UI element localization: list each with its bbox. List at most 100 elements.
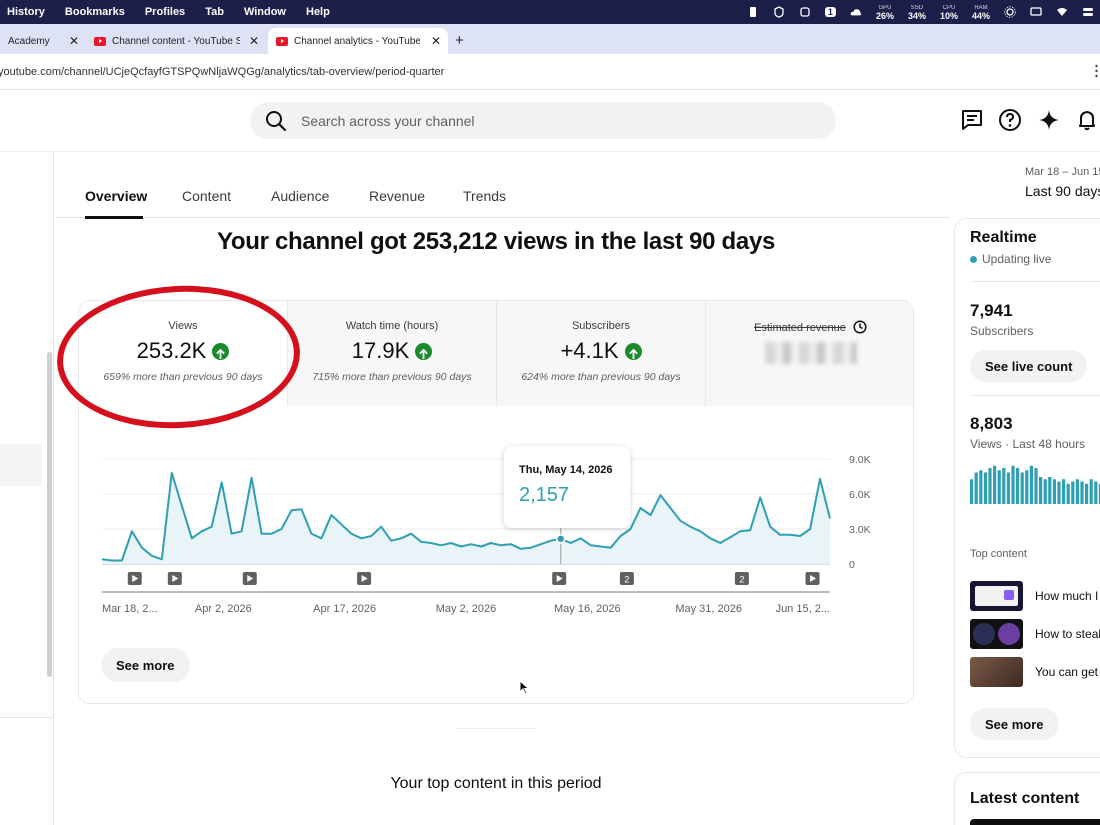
browser-tab-academy[interactable]: Academy ✕ bbox=[0, 28, 86, 54]
feedback-icon[interactable] bbox=[960, 108, 984, 132]
see-more-button[interactable]: See more bbox=[101, 648, 190, 682]
realtime-bar[interactable] bbox=[1025, 470, 1029, 504]
realtime-bar[interactable] bbox=[1006, 472, 1010, 505]
new-tab-icon[interactable]: + bbox=[455, 32, 464, 49]
metric-card-revenue[interactable]: Estimated revenue bbox=[706, 301, 913, 406]
realtime-bar[interactable] bbox=[1048, 477, 1052, 504]
close-tab-icon[interactable]: ✕ bbox=[431, 34, 441, 48]
search-bar[interactable] bbox=[250, 102, 836, 139]
browser-tab-channel-analytics[interactable]: Channel analytics - YouTube Studio ✕ bbox=[268, 28, 448, 54]
control-center-icon[interactable] bbox=[1082, 6, 1094, 18]
date-range-picker[interactable]: Mar 18 – Jun 15 Last 90 days bbox=[1025, 166, 1100, 199]
address-bar[interactable]: youtube.com/channel/UCjeQcfayfGTSPQwNlja… bbox=[0, 54, 1100, 90]
realtime-bar[interactable] bbox=[1039, 477, 1043, 504]
notifications-bell-icon[interactable] bbox=[1075, 108, 1099, 132]
realtime-bar[interactable] bbox=[1085, 483, 1089, 504]
menu-window[interactable]: Window bbox=[244, 6, 286, 18]
realtime-bar[interactable] bbox=[979, 470, 983, 504]
menu-tab[interactable]: Tab bbox=[205, 6, 224, 18]
tab-overview[interactable]: Overview bbox=[85, 188, 147, 204]
browser-tab-channel-content[interactable]: Channel content - YouTube Studio ✕ bbox=[86, 28, 266, 54]
search-input[interactable] bbox=[301, 112, 801, 129]
video-published-marker-icon[interactable] bbox=[167, 572, 182, 585]
realtime-bar[interactable] bbox=[1094, 481, 1098, 505]
views-line-chart[interactable]: 9.0K 6.0K 3.0K 0 2 2 Mar 18, 2... Apr 2, 2026 Ap… bbox=[79, 406, 914, 704]
realtime-bar[interactable] bbox=[970, 479, 974, 504]
url-text[interactable]: youtube.com/channel/UCjeQcfayfGTSPQwNlja… bbox=[0, 66, 444, 78]
close-tab-icon[interactable]: ✕ bbox=[69, 34, 79, 48]
video-published-marker-icon[interactable] bbox=[242, 572, 257, 585]
tab-revenue[interactable]: Revenue bbox=[369, 188, 425, 204]
realtime-bar[interactable] bbox=[997, 470, 1001, 504]
metric-card-watch-time[interactable]: Watch time (hours) 17.9K 715% more than … bbox=[288, 301, 497, 406]
video-thumbnail[interactable] bbox=[970, 657, 1023, 687]
latest-content-thumbnail[interactable] bbox=[970, 819, 1100, 825]
tab-audience[interactable]: Audience bbox=[271, 188, 329, 204]
video-thumbnail[interactable] bbox=[970, 581, 1023, 611]
cloud-icon[interactable] bbox=[850, 6, 862, 18]
realtime-bar[interactable] bbox=[1080, 481, 1084, 505]
realtime-bar[interactable] bbox=[988, 468, 992, 504]
top-video-title[interactable]: How much I made bbox=[1035, 589, 1100, 603]
realtime-bar[interactable] bbox=[1062, 479, 1066, 504]
realtime-bar[interactable] bbox=[983, 472, 987, 505]
see-more-button[interactable]: See more bbox=[970, 708, 1059, 740]
video-published-marker-icon[interactable] bbox=[127, 572, 142, 585]
display-icon[interactable] bbox=[1030, 6, 1042, 18]
help-icon[interactable] bbox=[998, 108, 1022, 132]
shield-icon[interactable] bbox=[773, 6, 785, 18]
realtime-bar[interactable] bbox=[1066, 483, 1070, 504]
clock-icon bbox=[853, 320, 867, 334]
metric-card-subscribers[interactable]: Subscribers +4.1K 624% more than previou… bbox=[497, 301, 706, 406]
realtime-bar[interactable] bbox=[1016, 468, 1020, 504]
gpu-stat[interactable]: GPU 26% bbox=[876, 4, 894, 21]
x-tick-label: May 2, 2026 bbox=[436, 603, 497, 615]
realtime-bar[interactable] bbox=[1011, 465, 1015, 504]
multiple-videos-marker[interactable]: 2 bbox=[734, 572, 749, 586]
notification-badge[interactable]: 1 bbox=[824, 7, 836, 17]
realtime-bar[interactable] bbox=[1075, 479, 1079, 504]
cpu-stat[interactable]: CPU 10% bbox=[940, 4, 958, 21]
metric-card-views[interactable]: Views 253.2K 659% more than previous 90 … bbox=[79, 301, 288, 406]
menu-profiles[interactable]: Profiles bbox=[145, 6, 185, 18]
realtime-bar[interactable] bbox=[1057, 481, 1061, 505]
menu-bookmarks[interactable]: Bookmarks bbox=[65, 6, 125, 18]
realtime-bar[interactable] bbox=[1020, 472, 1024, 505]
sidebar-selected-item[interactable] bbox=[0, 444, 42, 486]
arrow-up-icon bbox=[624, 342, 642, 360]
brightness-icon[interactable] bbox=[1004, 6, 1016, 18]
more-vertical-icon[interactable] bbox=[1095, 64, 1098, 78]
video-published-marker-icon[interactable] bbox=[357, 572, 372, 585]
battery-icon[interactable] bbox=[747, 6, 759, 18]
ram-stat[interactable]: RAM 44% bbox=[972, 4, 990, 21]
realtime-bar-chart[interactable] bbox=[970, 459, 1100, 504]
top-video-title[interactable]: How to steal bbox=[1035, 627, 1100, 641]
realtime-bar[interactable] bbox=[974, 472, 978, 505]
menu-history[interactable]: History bbox=[7, 6, 45, 18]
tab-trends[interactable]: Trends bbox=[463, 188, 506, 204]
realtime-bar[interactable] bbox=[1089, 479, 1093, 504]
video-thumbnail[interactable] bbox=[970, 619, 1023, 649]
square-icon[interactable] bbox=[799, 6, 811, 18]
wifi-icon[interactable] bbox=[1056, 6, 1068, 18]
multiple-videos-marker[interactable]: 2 bbox=[619, 572, 634, 586]
sidebar-scrollbar[interactable] bbox=[47, 352, 52, 677]
tab-content[interactable]: Content bbox=[182, 188, 231, 204]
ssd-stat[interactable]: SSD 34% bbox=[908, 4, 926, 21]
video-published-marker-icon[interactable] bbox=[805, 572, 820, 585]
realtime-bar[interactable] bbox=[1034, 468, 1038, 504]
realtime-bar[interactable] bbox=[993, 465, 997, 504]
realtime-bar[interactable] bbox=[1002, 468, 1006, 504]
hover-point[interactable] bbox=[555, 534, 566, 544]
close-tab-icon[interactable]: ✕ bbox=[249, 34, 259, 48]
top-video-title[interactable]: You can get bbox=[1035, 665, 1098, 679]
realtime-bar[interactable] bbox=[1052, 479, 1056, 504]
video-published-marker-icon[interactable] bbox=[552, 572, 567, 585]
realtime-bar[interactable] bbox=[1071, 481, 1075, 505]
menu-help[interactable]: Help bbox=[306, 6, 330, 18]
views-chart[interactable]: 9.0K 6.0K 3.0K 0 2 2 Mar 18, 2... Apr 2, 2026 Ap… bbox=[79, 406, 914, 704]
realtime-bar[interactable] bbox=[1029, 465, 1033, 504]
see-live-count-button[interactable]: See live count bbox=[970, 350, 1088, 382]
sparkle-icon[interactable] bbox=[1037, 108, 1061, 132]
realtime-bar[interactable] bbox=[1043, 479, 1047, 504]
